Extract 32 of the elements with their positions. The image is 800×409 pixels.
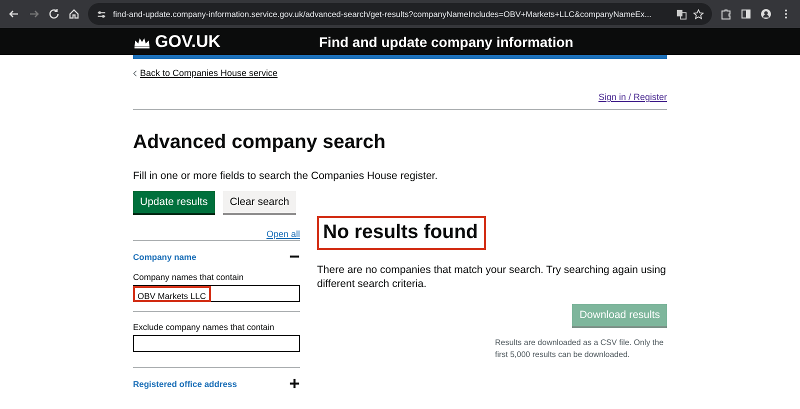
reload-icon[interactable] bbox=[48, 8, 60, 20]
open-all-link[interactable]: Open all bbox=[266, 229, 300, 239]
site-settings-icon[interactable] bbox=[96, 8, 107, 20]
forward-icon[interactable] bbox=[28, 8, 40, 20]
back-icon[interactable] bbox=[8, 8, 20, 20]
field-label: Exclude company names that contain bbox=[133, 322, 276, 332]
action-button[interactable]: Clear search bbox=[222, 191, 296, 213]
section-title[interactable]: Company name bbox=[133, 252, 196, 262]
side-panel-icon[interactable] bbox=[740, 8, 752, 20]
no-results-message: There are no companies that match your search. Try searching again using different search criteria. bbox=[317, 263, 667, 291]
input-value: OBV Markets LLC bbox=[132, 286, 211, 302]
home-icon[interactable] bbox=[68, 8, 80, 20]
logo-text[interactable]: GOV.UK bbox=[155, 32, 221, 52]
service-name[interactable]: Find and update company information bbox=[319, 34, 574, 50]
page-title: Advanced company search bbox=[133, 131, 387, 154]
sign-in-link[interactable]: Sign in / Register bbox=[598, 92, 667, 102]
back-link[interactable]: Back to Companies House service bbox=[140, 68, 278, 78]
action-button[interactable]: Update results bbox=[133, 191, 215, 213]
extensions-icon[interactable] bbox=[720, 8, 732, 20]
profile-icon[interactable] bbox=[760, 8, 772, 20]
text-input[interactable]: OBV Markets LLC bbox=[133, 285, 300, 302]
translate-icon[interactable] bbox=[676, 8, 687, 20]
address-bar[interactable]: find-and-update.company-information.service.gov.uk/advanced-search/get-results?companyNameIncludes=OBV+Markets+LLC&companyNameEx... bbox=[88, 3, 712, 25]
results-heading: No results found bbox=[317, 216, 486, 250]
download-note: Results are downloaded as a CSV file. Only the first 5,000 results can be downloaded. bbox=[495, 337, 665, 361]
section-title[interactable]: Registered office address bbox=[133, 378, 237, 388]
intro-text: Fill in one or more fields to search the Companies House register. bbox=[133, 170, 439, 182]
chevron-left-icon bbox=[133, 70, 137, 76]
plus-icon[interactable] bbox=[289, 378, 300, 389]
field-label: Company names that contain bbox=[133, 272, 245, 282]
text-input[interactable] bbox=[133, 335, 300, 352]
star-icon[interactable] bbox=[693, 8, 704, 20]
